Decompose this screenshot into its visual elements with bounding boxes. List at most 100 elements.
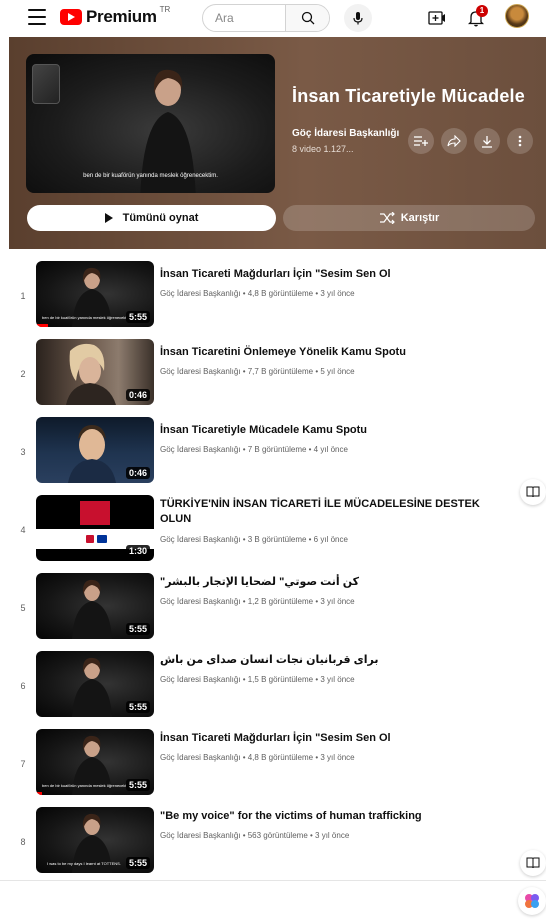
video-index: 2	[20, 369, 26, 379]
presenter-graphic	[72, 579, 112, 639]
playlist-add-icon	[414, 136, 428, 146]
logo-text: Premium	[86, 7, 157, 26]
video-index: 7	[20, 759, 26, 769]
video-title[interactable]: "Be my voice" for the victims of human t…	[160, 809, 510, 824]
youtube-premium-logo[interactable]: Premium TR	[60, 4, 171, 28]
playlist-channel[interactable]: Göç İdaresi Başkanlığı	[292, 128, 399, 139]
playlist-title: İnsan Ticaretiyle Mücadele	[292, 86, 525, 106]
video-meta: Göç İdaresi Başkanlığı • 1,2 B görüntüle…	[160, 597, 355, 606]
video-subtitle-text: I was to be my days I learnt at TOTTENS.	[47, 861, 121, 866]
create-button[interactable]	[427, 8, 447, 28]
side-panel-button-bottom[interactable]	[520, 850, 546, 876]
account-avatar[interactable]	[505, 4, 529, 28]
video-thumbnail[interactable]: 5:55	[36, 573, 154, 639]
presenter-graphic	[72, 657, 112, 717]
video-title[interactable]: İnsan Ticaretini Önlemeye Yönelik Kamu S…	[160, 345, 510, 360]
list-item[interactable]: 8 I was to be my days I learnt at TOTTEN…	[0, 807, 546, 877]
brain-icon	[525, 894, 539, 908]
video-duration: 5:55	[125, 701, 150, 713]
campaign-banner-graphic	[80, 501, 110, 525]
video-title[interactable]: İnsan Ticareti Mağdurları İçin "Sesim Se…	[160, 267, 510, 282]
video-duration: 5:55	[125, 311, 150, 323]
menu-icon[interactable]	[28, 9, 46, 25]
video-thumbnail[interactable]: 0:46	[36, 417, 154, 483]
ai-assistant-button[interactable]	[518, 887, 546, 915]
video-index: 4	[20, 525, 26, 535]
video-duration: 0:46	[125, 389, 150, 401]
video-duration: 5:55	[125, 857, 150, 869]
more-vertical-icon	[518, 135, 522, 147]
child-graphic	[68, 425, 116, 483]
play-all-button[interactable]: Tümünü oynat	[27, 205, 276, 231]
download-icon	[482, 135, 492, 148]
top-bar: Premium TR 1	[0, 0, 546, 36]
video-thumbnail[interactable]: ben de bir kuaförün yanında meslek öğren…	[36, 729, 154, 795]
more-actions-button[interactable]	[507, 128, 533, 154]
video-title[interactable]: برای قربانیان نجات انسان صدای من باش	[160, 653, 510, 668]
play-icon	[104, 213, 113, 223]
shuffle-button[interactable]: Karıştır	[283, 205, 535, 231]
video-thumbnail[interactable]: 0:46	[36, 339, 154, 405]
video-index: 3	[20, 447, 26, 457]
search-icon	[301, 11, 314, 25]
watch-progress-bar	[36, 324, 48, 327]
microphone-icon	[353, 12, 363, 25]
logo-region: TR	[159, 4, 171, 14]
list-item[interactable]: 6 5:55 برای قربانیان نجات انسان صدای من …	[0, 651, 546, 721]
search-box	[202, 4, 330, 32]
shuffle-icon	[379, 212, 395, 224]
play-all-label: Tümünü oynat	[122, 212, 199, 224]
search-button[interactable]	[285, 5, 329, 31]
create-video-icon	[428, 11, 445, 25]
save-playlist-button[interactable]	[408, 128, 434, 154]
video-meta: Göç İdaresi Başkanlığı • 7,7 B görüntüle…	[160, 367, 355, 376]
video-subtitle-text: ben de bir kuaförün yanında meslek öğren…	[42, 783, 126, 788]
woman-graphic	[66, 343, 116, 405]
hero-subtitle-text: ben de bir kuaförün yanında meslek öğren…	[83, 173, 218, 179]
video-duration: 5:55	[125, 779, 150, 791]
search-input[interactable]	[203, 5, 285, 31]
video-index: 5	[20, 603, 26, 613]
video-thumbnail[interactable]: 5:55	[36, 651, 154, 717]
video-meta: Göç İdaresi Başkanlığı • 7 B görüntüleme…	[160, 445, 348, 454]
video-duration: 5:55	[125, 623, 150, 635]
video-thumbnail[interactable]: ben de bir kuaförün yanında meslek öğren…	[36, 261, 154, 327]
download-button[interactable]	[474, 128, 500, 154]
side-panel-button[interactable]	[520, 479, 546, 505]
video-thumbnail[interactable]: 1:30	[36, 495, 154, 561]
video-subtitle-text: ben de bir kuaförün yanında meslek öğren…	[42, 315, 126, 320]
list-item[interactable]: 1 ben de bir kuaförün yanında meslek öğr…	[0, 261, 546, 331]
video-meta: Göç İdaresi Başkanlığı • 563 görüntüleme…	[160, 831, 350, 840]
playlist-meta: 8 video 1.127...	[292, 144, 354, 154]
list-item[interactable]: 3 0:46 İnsan Ticaretiyle Mücadele Kamu S…	[0, 417, 546, 487]
book-icon	[526, 857, 540, 869]
list-item[interactable]: 5 5:55 كن أنت صوتي" لضحايا الإتجار بالبش…	[0, 573, 546, 643]
video-duration: 1:30	[125, 545, 150, 557]
video-meta: Göç İdaresi Başkanlığı • 4,8 B görüntüle…	[160, 289, 355, 298]
video-thumbnail[interactable]: I was to be my days I learnt at TOTTENS.…	[36, 807, 154, 873]
video-title[interactable]: TÜRKİYE'NİN İNSAN TİCARETİ İLE MÜCADELES…	[160, 497, 510, 527]
video-duration: 0:46	[125, 467, 150, 479]
video-index: 8	[20, 837, 26, 847]
watch-progress-bar	[36, 792, 42, 795]
shuffle-label: Karıştır	[400, 212, 440, 224]
playlist-hero-thumbnail[interactable]: ben de bir kuaförün yanında meslek öğren…	[26, 54, 275, 193]
share-icon	[447, 135, 461, 147]
voice-search-button[interactable]	[344, 4, 372, 32]
share-button[interactable]	[441, 128, 467, 154]
playlist-header: ben de bir kuaförün yanında meslek öğren…	[9, 37, 546, 249]
video-title[interactable]: İnsan Ticareti Mağdurları İçin "Sesim Se…	[160, 731, 510, 746]
youtube-logo-icon	[60, 9, 82, 25]
list-item[interactable]: 4 1:30 TÜRKİYE'NİN İNSAN TİCARETİ İLE MÜ…	[0, 495, 546, 565]
video-index: 1	[20, 291, 26, 301]
footer-divider	[0, 880, 546, 881]
studio-light-graphic	[32, 64, 60, 104]
video-meta: Göç İdaresi Başkanlığı • 1,5 B görüntüle…	[160, 675, 355, 684]
video-title[interactable]: İnsan Ticaretiyle Mücadele Kamu Spotu	[160, 423, 510, 438]
video-meta: Göç İdaresi Başkanlığı • 3 B görüntüleme…	[160, 535, 348, 544]
list-item[interactable]: 7 ben de bir kuaförün yanında meslek öğr…	[0, 729, 546, 799]
notification-count-badge: 1	[476, 5, 488, 17]
list-item[interactable]: 2 0:46 İnsan Ticaretini Önlemeye Yönelik…	[0, 339, 546, 409]
video-meta: Göç İdaresi Başkanlığı • 4,8 B görüntüle…	[160, 753, 355, 762]
video-title[interactable]: كن أنت صوتي" لضحايا الإتجار بالبشر"	[160, 575, 510, 590]
